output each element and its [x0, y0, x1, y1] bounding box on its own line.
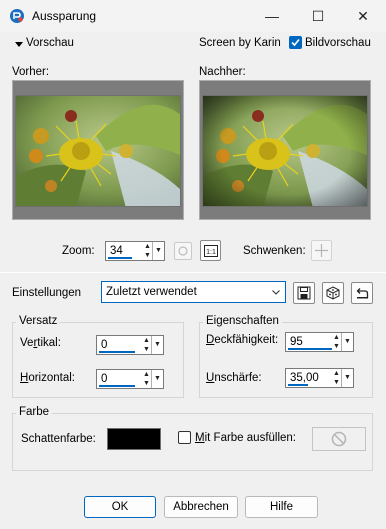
- shadow-color-fill: [108, 429, 160, 449]
- close-icon: ✕: [357, 7, 369, 24]
- opacity-spinner[interactable]: 95 ▲ ▼ ▼: [285, 332, 354, 352]
- svg-text:1:1: 1:1: [206, 249, 216, 256]
- checkmark-icon: [291, 38, 300, 47]
- zoom-spinner[interactable]: 34 ▲ ▼ ▼: [105, 241, 165, 261]
- minimize-icon: —: [265, 8, 279, 24]
- preview-toggle-label[interactable]: Vorschau: [26, 37, 74, 49]
- blur-label: Unschärfe:: [206, 372, 262, 384]
- horizontal-dropdown-icon[interactable]: ▼: [151, 370, 163, 388]
- maximize-button[interactable]: ☐: [295, 0, 341, 32]
- blur-dropdown-icon[interactable]: ▼: [341, 369, 353, 387]
- vertical-spinner[interactable]: 0 ▲ ▼ ▼: [96, 335, 164, 355]
- dice-icon: [326, 286, 340, 300]
- vertical-dropdown-icon[interactable]: ▼: [151, 336, 163, 354]
- zoom-fit-icon: [178, 246, 188, 256]
- farbe-title: Farbe: [16, 406, 53, 418]
- bildvorschau-label[interactable]: Bildvorschau: [305, 37, 371, 49]
- reset-icon: [356, 288, 369, 299]
- zoom-label: Zoom:: [62, 245, 95, 257]
- after-label: Nachher:: [199, 66, 246, 78]
- after-flower-image: [202, 95, 368, 207]
- minimize-button[interactable]: —: [249, 0, 295, 32]
- fill-color-label-accel: M: [195, 432, 205, 444]
- close-button[interactable]: ✕: [340, 0, 386, 32]
- bildvorschau-checkbox[interactable]: [289, 36, 302, 49]
- preset-select[interactable]: Zuletzt verwendet: [101, 281, 286, 303]
- separator: [0, 272, 386, 273]
- zoom-fit-button[interactable]: [174, 242, 192, 260]
- save-preset-button[interactable]: [293, 282, 315, 304]
- horizontal-label: Horizontal:: [20, 372, 75, 384]
- chevron-down-icon[interactable]: [271, 287, 281, 297]
- horizontal-label-suffix: orizontal:: [28, 372, 75, 384]
- zoom-focus-underline: [108, 257, 132, 259]
- vertical-value[interactable]: 0: [101, 339, 107, 351]
- ok-button[interactable]: OK: [84, 496, 156, 518]
- vertical-label: Vertikal:: [20, 337, 61, 349]
- reset-button[interactable]: [351, 282, 373, 304]
- shadow-color-label: Schattenfarbe:: [21, 433, 96, 445]
- move-cross-icon: [315, 244, 328, 257]
- after-preview[interactable]: [199, 80, 371, 220]
- settings-label: Einstellungen: [12, 287, 82, 299]
- app-icon: [9, 8, 25, 24]
- zoom-dropdown-icon[interactable]: ▼: [152, 242, 164, 260]
- fill-color-label-suffix: it Farbe ausfüllen:: [204, 432, 297, 444]
- title-bar: Aussparung — ☐ ✕: [0, 0, 386, 32]
- zoom-value[interactable]: 34: [110, 245, 123, 257]
- opacity-label-suffix: eckfähigkeit:: [214, 334, 279, 346]
- vertical-label-suffix: tikal:: [37, 337, 61, 349]
- pan-label: Schwenken:: [243, 245, 306, 257]
- vertical-focus-underline: [99, 351, 135, 353]
- before-label: Vorher:: [12, 66, 50, 78]
- randomize-button[interactable]: [322, 282, 344, 304]
- maximize-icon: ☐: [311, 7, 325, 24]
- credit-text: Screen by Karin: [199, 37, 281, 49]
- fill-color-swatch[interactable]: [312, 427, 366, 451]
- vertical-label-prefix: Ve: [20, 337, 34, 349]
- opacity-dropdown-icon[interactable]: ▼: [341, 333, 353, 351]
- shadow-color-swatch[interactable]: [107, 428, 161, 450]
- cancel-button[interactable]: Abbrechen: [164, 496, 238, 518]
- horizontal-spinner[interactable]: 0 ▲ ▼ ▼: [96, 369, 164, 389]
- blur-level-bar: [288, 384, 308, 386]
- fill-color-checkbox[interactable]: [178, 431, 191, 444]
- fill-color-label[interactable]: Mit Farbe ausfüllen:: [195, 432, 296, 444]
- help-button[interactable]: Hilfe: [245, 496, 318, 518]
- blur-value[interactable]: 35,00: [290, 372, 319, 384]
- opacity-label: Deckfähigkeit:: [206, 334, 278, 346]
- blur-label-suffix: nschärfe:: [214, 372, 262, 384]
- pan-button[interactable]: [311, 240, 332, 261]
- eigenschaften-title: Eigenschaften: [203, 315, 282, 327]
- zoom-actual-size-button[interactable]: 1:1: [200, 240, 221, 261]
- disabled-icon: [331, 431, 347, 447]
- opacity-value[interactable]: 95: [290, 336, 303, 348]
- horizontal-focus-underline: [99, 385, 135, 387]
- before-flower-image: [15, 95, 181, 207]
- before-preview[interactable]: [12, 80, 184, 220]
- versatz-title: Versatz: [16, 315, 61, 327]
- collapse-triangle-icon[interactable]: [14, 39, 24, 49]
- preset-value[interactable]: Zuletzt verwendet: [106, 286, 197, 298]
- window-title: Aussparung: [32, 9, 97, 23]
- one-to-one-icon: 1:1: [203, 244, 218, 257]
- save-icon: [297, 286, 311, 300]
- horizontal-value[interactable]: 0: [101, 373, 107, 385]
- opacity-level-bar: [288, 348, 332, 350]
- blur-spinner[interactable]: 35,00 ▲ ▼ ▼: [285, 368, 354, 388]
